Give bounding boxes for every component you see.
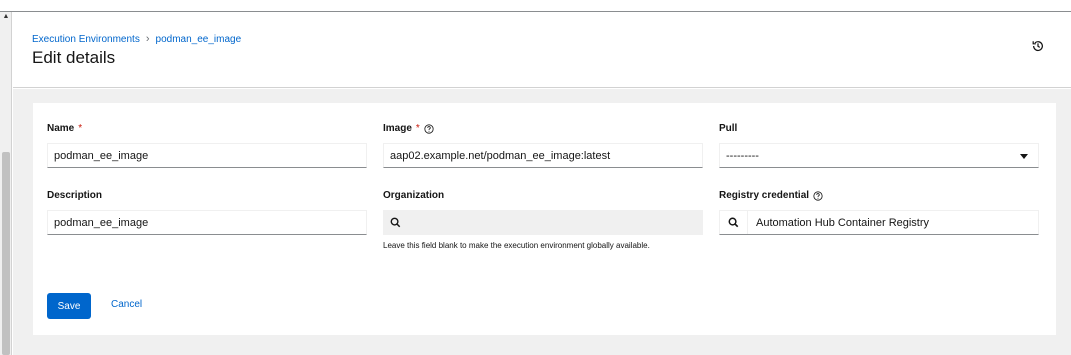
image-field[interactable]: aap02.example.net/podman_ee_image:latest: [383, 143, 703, 168]
breadcrumb: Execution Environments › podman_ee_image: [32, 33, 241, 45]
registry-credential-lookup[interactable]: Automation Hub Container Registry: [719, 210, 1039, 235]
required-marker: *: [415, 123, 420, 134]
registry-credential-value: Automation Hub Container Registry: [756, 216, 930, 229]
organization-lookup[interactable]: [383, 210, 703, 235]
required-marker: *: [78, 123, 83, 134]
registry-credential-label: Registry credential: [719, 190, 823, 201]
save-button[interactable]: Save: [47, 293, 91, 319]
name-field-value: podman_ee_image: [54, 149, 149, 162]
history-icon[interactable]: [1031, 39, 1045, 53]
question-circle-icon[interactable]: [424, 123, 434, 134]
pull-label: Pull: [719, 123, 738, 134]
image-label: Image *: [383, 123, 434, 134]
breadcrumb-separator-icon: ›: [145, 33, 150, 45]
scroll-up-arrow-icon[interactable]: ▲: [2, 13, 10, 21]
image-field-value: aap02.example.net/podman_ee_image:latest: [390, 149, 611, 162]
name-label: Name *: [47, 123, 83, 134]
page-title: Edit details: [32, 48, 116, 67]
description-field[interactable]: podman_ee_image: [47, 210, 367, 235]
registry-credential-search-button[interactable]: [720, 211, 748, 234]
search-icon: [728, 217, 739, 228]
name-field[interactable]: podman_ee_image: [47, 143, 367, 168]
breadcrumb-link-current[interactable]: podman_ee_image: [156, 34, 242, 45]
scrollbar-thumb[interactable]: [2, 152, 10, 355]
organization-label: Organization: [383, 190, 445, 201]
description-field-value: podman_ee_image: [54, 216, 149, 229]
question-circle-icon[interactable]: [813, 190, 823, 201]
pull-select-value: ---------: [726, 149, 759, 162]
search-icon[interactable]: [390, 217, 401, 228]
organization-helper-text: Leave this field blank to make the execu…: [383, 241, 650, 250]
caret-down-icon: [1020, 154, 1028, 159]
description-label: Description: [47, 190, 103, 201]
page-header: Execution Environments › podman_ee_image…: [13, 13, 1071, 88]
vertical-scrollbar[interactable]: ▲: [0, 12, 12, 355]
top-edge: [0, 0, 1071, 12]
breadcrumb-link-execution-environments[interactable]: Execution Environments: [32, 34, 140, 45]
cancel-button[interactable]: Cancel: [111, 299, 142, 310]
pull-select[interactable]: ---------: [719, 143, 1039, 168]
